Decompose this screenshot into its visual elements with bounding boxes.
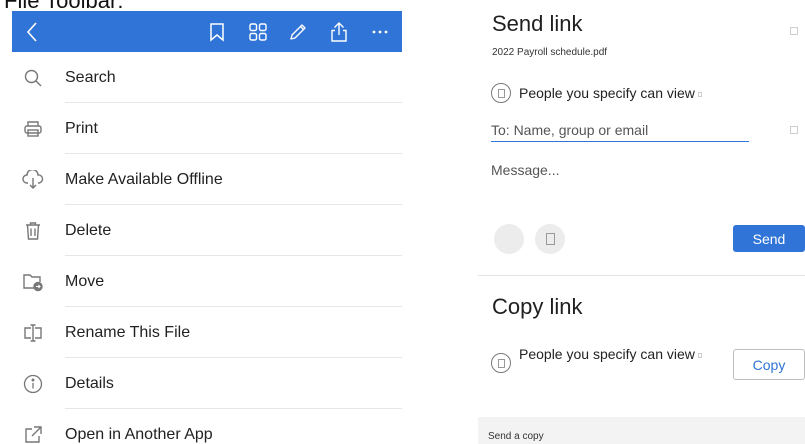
rename-icon <box>22 322 44 344</box>
bookmark-icon[interactable] <box>199 11 235 52</box>
close-icon[interactable] <box>790 27 798 35</box>
file-menu-panel: Search Print Make Available Offline Dele… <box>0 0 420 444</box>
menu-item-make-available-offline[interactable]: Make Available Offline <box>0 154 420 205</box>
send-link-title: Send link <box>492 11 583 36</box>
cloud-download-icon <box>22 169 44 191</box>
send-copy-section[interactable]: Send a copy <box>478 417 805 444</box>
file-toolbar <box>12 11 402 52</box>
permission-label: People you specify can view <box>519 345 704 364</box>
menu-item-rename-this-file[interactable]: Rename This File <box>0 307 420 358</box>
more-icon[interactable] <box>362 11 398 52</box>
menu-item-details[interactable]: Details <box>0 358 420 409</box>
attachment-icon[interactable] <box>535 224 565 254</box>
permission-label: People you specify can view <box>519 85 702 101</box>
print-icon <box>22 118 44 140</box>
section-divider <box>478 275 805 276</box>
menu-item-open-in-another-app[interactable]: Open in Another App <box>0 409 420 444</box>
menu-item-label: Make Available Offline <box>65 170 223 188</box>
recipient-input[interactable] <box>491 118 749 142</box>
pencil-icon[interactable] <box>280 11 316 52</box>
avatar <box>494 224 524 254</box>
grid-icon[interactable] <box>240 11 276 52</box>
chevron-icon <box>697 352 702 358</box>
add-contact-icon[interactable] <box>790 126 798 134</box>
menu-item-print[interactable]: Print <box>0 103 420 154</box>
menu-item-label: Rename This File <box>65 323 191 341</box>
menu-item-delete[interactable]: Delete <box>0 205 420 256</box>
send-copy-label: Send a copy <box>488 431 544 442</box>
trash-icon <box>22 220 44 242</box>
file-name: 2022 Payroll schedule.pdf <box>492 47 608 58</box>
menu-item-move[interactable]: Move <box>0 256 420 307</box>
menu-item-label: Print <box>65 119 98 137</box>
move-folder-icon <box>22 271 44 293</box>
permission-selector[interactable]: People you specify can view <box>491 82 702 104</box>
open-external-icon <box>22 424 44 444</box>
copy-permission-selector[interactable]: People you specify can view <box>491 345 704 385</box>
share-panel: Send link 2022 Payroll schedule.pdf Peop… <box>478 0 805 444</box>
share-icon[interactable] <box>321 11 357 52</box>
copy-button[interactable]: Copy <box>733 349 805 380</box>
search-icon <box>22 67 44 89</box>
permission-icon <box>491 353 511 373</box>
menu-item-label: Open in Another App <box>65 425 213 443</box>
menu-item-label: Delete <box>65 221 112 239</box>
chevron-icon <box>697 91 702 97</box>
message-input[interactable]: Message... <box>491 162 559 178</box>
back-icon[interactable] <box>14 11 50 52</box>
menu-item-label: Search <box>65 68 116 86</box>
permission-icon <box>491 83 511 103</box>
menu-item-label: Details <box>65 374 114 392</box>
info-icon <box>22 373 44 395</box>
menu-item-label: Move <box>65 272 105 290</box>
send-button[interactable]: Send <box>733 225 805 252</box>
copy-link-title: Copy link <box>492 294 583 319</box>
menu-item-search[interactable]: Search <box>0 52 420 103</box>
